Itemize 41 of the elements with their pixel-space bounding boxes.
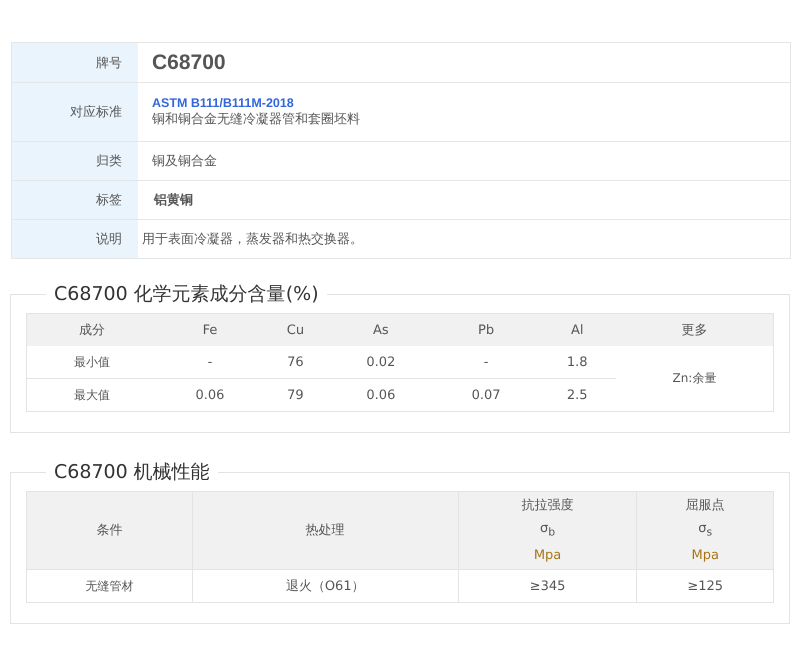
column-header: 屈服点 σ$_{s}$ Mpa [636, 492, 774, 570]
column-header: Cu [262, 314, 328, 346]
table-cell: 2.5 [538, 378, 616, 412]
column-header: 抗拉强度 σ$_{b}$ Mpa [458, 492, 637, 570]
table-cell: 1.8 [538, 346, 616, 378]
table-cell: ≥345 [458, 570, 637, 602]
column-header: 条件 [26, 492, 192, 570]
standard-link[interactable]: ASTM B111/B111M-2018 [152, 96, 790, 110]
column-header: 成分 [26, 314, 158, 346]
column-header: Al [538, 314, 616, 346]
field-label: 标签 [12, 180, 138, 220]
column-header: Pb [433, 314, 539, 346]
column-header: Fe [157, 314, 263, 346]
field-label: 归类 [12, 142, 138, 180]
row-label: 最小值 [26, 346, 158, 378]
column-header: 热处理 [192, 492, 458, 570]
row-label: 最大值 [26, 378, 158, 412]
field-label: 对应标准 [12, 82, 138, 142]
table-cell: 退火（O61） [192, 570, 458, 602]
table-cell: 76 [262, 346, 328, 378]
table-cell: 无缝管材 [26, 570, 192, 602]
table-cell: - [433, 346, 539, 378]
table-cell: ≥125 [636, 570, 774, 602]
grade-value: C68700 [152, 50, 226, 74]
field-label: 牌号 [12, 42, 138, 82]
table-cell: 79 [262, 378, 328, 412]
section-title: C68700 机械性能 [53, 460, 211, 485]
table-cell: 0.02 [328, 346, 434, 378]
section-title: C68700 化学元素成分含量(%) [53, 282, 320, 307]
table-cell: Zn:余量 [616, 346, 774, 412]
category-text: 铜及铜合金 [152, 153, 218, 170]
table-cell: 0.06 [157, 378, 263, 412]
column-header: As [328, 314, 434, 346]
description-text: 用于表面冷凝器，蒸发器和热交换器。 [142, 231, 364, 248]
column-header: 更多 [616, 314, 774, 346]
table-cell: 0.07 [433, 378, 539, 412]
tag-text: 铝黄铜 [154, 193, 193, 208]
table-cell: 0.06 [328, 378, 434, 412]
standard-description: 铜和铜合金无缝冷凝器管和套圈坯料 [152, 111, 361, 128]
table-cell: - [157, 346, 263, 378]
field-label: 说明 [12, 220, 138, 258]
